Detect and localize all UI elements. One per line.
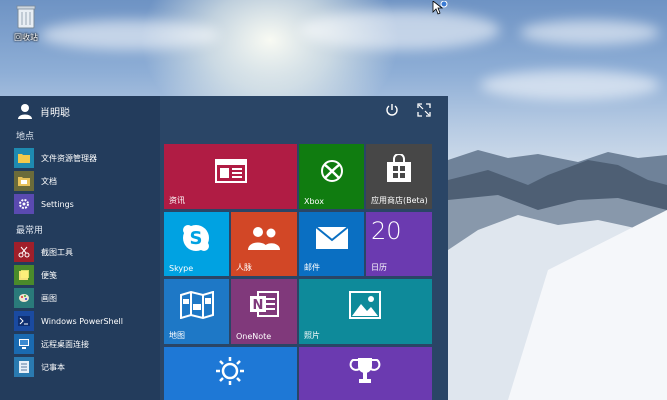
xbox-icon: [319, 158, 344, 183]
tile-label: 应用商店(Beta): [371, 196, 428, 205]
user-name: 肖明聪: [40, 107, 70, 119]
menu-item-remote-desktop[interactable]: 远程桌面连接: [14, 334, 160, 354]
tile-calendar[interactable]: 20 日历: [366, 212, 432, 276]
news-icon: [214, 158, 247, 184]
recycle-bin-label: 回收站: [14, 33, 38, 42]
menu-item-label: 远程桌面连接: [41, 339, 89, 349]
tile-label: 照片: [304, 331, 320, 340]
tile-skype[interactable]: S Skype: [164, 212, 229, 276]
documents-icon: [14, 171, 34, 191]
power-icon: [386, 104, 398, 116]
notepad-icon: [14, 357, 34, 377]
photos-icon: [349, 291, 381, 319]
tile-people[interactable]: 人脉: [231, 212, 297, 276]
tile-label: 邮件: [304, 263, 320, 272]
menu-item-label: 画图: [41, 293, 57, 303]
power-button[interactable]: [384, 102, 400, 118]
menu-item-label: Settings: [41, 199, 74, 209]
menu-item-notepad[interactable]: 记事本: [14, 357, 160, 377]
tile-label: 地图: [169, 331, 185, 340]
recycle-bin-icon: [15, 4, 37, 30]
mail-icon: [315, 226, 349, 250]
recycle-bin-desktop-icon[interactable]: 回收站: [8, 4, 44, 43]
onenote-icon: N: [248, 289, 280, 319]
weather-sun-icon: [214, 355, 246, 387]
tile-store[interactable]: 应用商店(Beta): [366, 144, 432, 209]
tile-onenote[interactable]: N OneNote: [231, 279, 297, 344]
start-menu: 肖明聪 地点 文件资源管理器 文档 Settings 最常用 截图工具 便笺 画…: [0, 96, 448, 400]
expand-start-button[interactable]: [416, 102, 432, 118]
folder-icon: [14, 148, 34, 168]
sticky-notes-icon: [14, 265, 34, 285]
most-used-section-title: 最常用: [16, 226, 44, 236]
mouse-cursor-icon: [432, 0, 448, 19]
wallpaper-cloud: [480, 70, 660, 100]
remote-desktop-icon: [14, 334, 34, 354]
expand-icon: [417, 103, 431, 117]
wallpaper-cloud: [40, 20, 220, 50]
wallpaper-mountains: [448, 150, 667, 400]
powershell-icon: [14, 311, 34, 331]
paint-icon: [14, 288, 34, 308]
wallpaper-cloud: [520, 20, 660, 45]
start-menu-left-pane: 肖明聪 地点 文件资源管理器 文档 Settings 最常用 截图工具 便笺 画…: [0, 96, 160, 400]
menu-item-snipping-tool[interactable]: 截图工具: [14, 242, 160, 262]
menu-item-settings[interactable]: Settings: [14, 194, 160, 214]
menu-item-paint[interactable]: 画图: [14, 288, 160, 308]
places-section-title: 地点: [16, 132, 35, 142]
scissors-icon: [14, 242, 34, 262]
map-icon: [179, 291, 214, 319]
tile-label: 日历: [371, 263, 387, 272]
tile-news[interactable]: 资讯: [164, 144, 297, 209]
tile-label: OneNote: [236, 332, 272, 341]
store-icon: [385, 154, 413, 184]
menu-item-label: Windows PowerShell: [41, 316, 123, 326]
menu-item-sticky-notes[interactable]: 便笺: [14, 265, 160, 285]
tile-label: Skype: [169, 264, 194, 273]
user-account-button[interactable]: 肖明聪: [16, 102, 70, 120]
svg-text:N: N: [253, 298, 264, 313]
trophy-icon: [349, 355, 381, 387]
tile-maps[interactable]: 地图: [164, 279, 229, 344]
tile-weather[interactable]: [164, 347, 297, 400]
user-avatar-icon: [16, 102, 34, 120]
gear-icon: [14, 194, 34, 214]
tile-label: 人脉: [236, 263, 252, 272]
menu-item-label: 文件资源管理器: [41, 153, 97, 163]
people-icon: [246, 224, 282, 252]
menu-item-label: 文档: [41, 176, 57, 186]
menu-item-documents[interactable]: 文档: [14, 171, 160, 191]
menu-item-windows-powershell[interactable]: Windows PowerShell: [14, 311, 160, 331]
tile-mail[interactable]: 邮件: [299, 212, 364, 276]
menu-item-label: 便笺: [41, 270, 57, 280]
menu-item-label: 记事本: [41, 362, 65, 372]
calendar-date-number: 20: [371, 217, 402, 245]
tile-achievements[interactable]: [299, 347, 432, 400]
tile-photos[interactable]: 照片: [299, 279, 432, 344]
tile-xbox[interactable]: Xbox: [299, 144, 364, 209]
svg-text:S: S: [190, 228, 203, 249]
tile-label: Xbox: [304, 197, 324, 206]
skype-icon: S: [180, 222, 212, 254]
menu-item-label: 截图工具: [41, 247, 73, 257]
menu-item-file-explorer[interactable]: 文件资源管理器: [14, 148, 160, 168]
wallpaper-cloud: [300, 10, 500, 50]
tile-label: 资讯: [169, 196, 185, 205]
